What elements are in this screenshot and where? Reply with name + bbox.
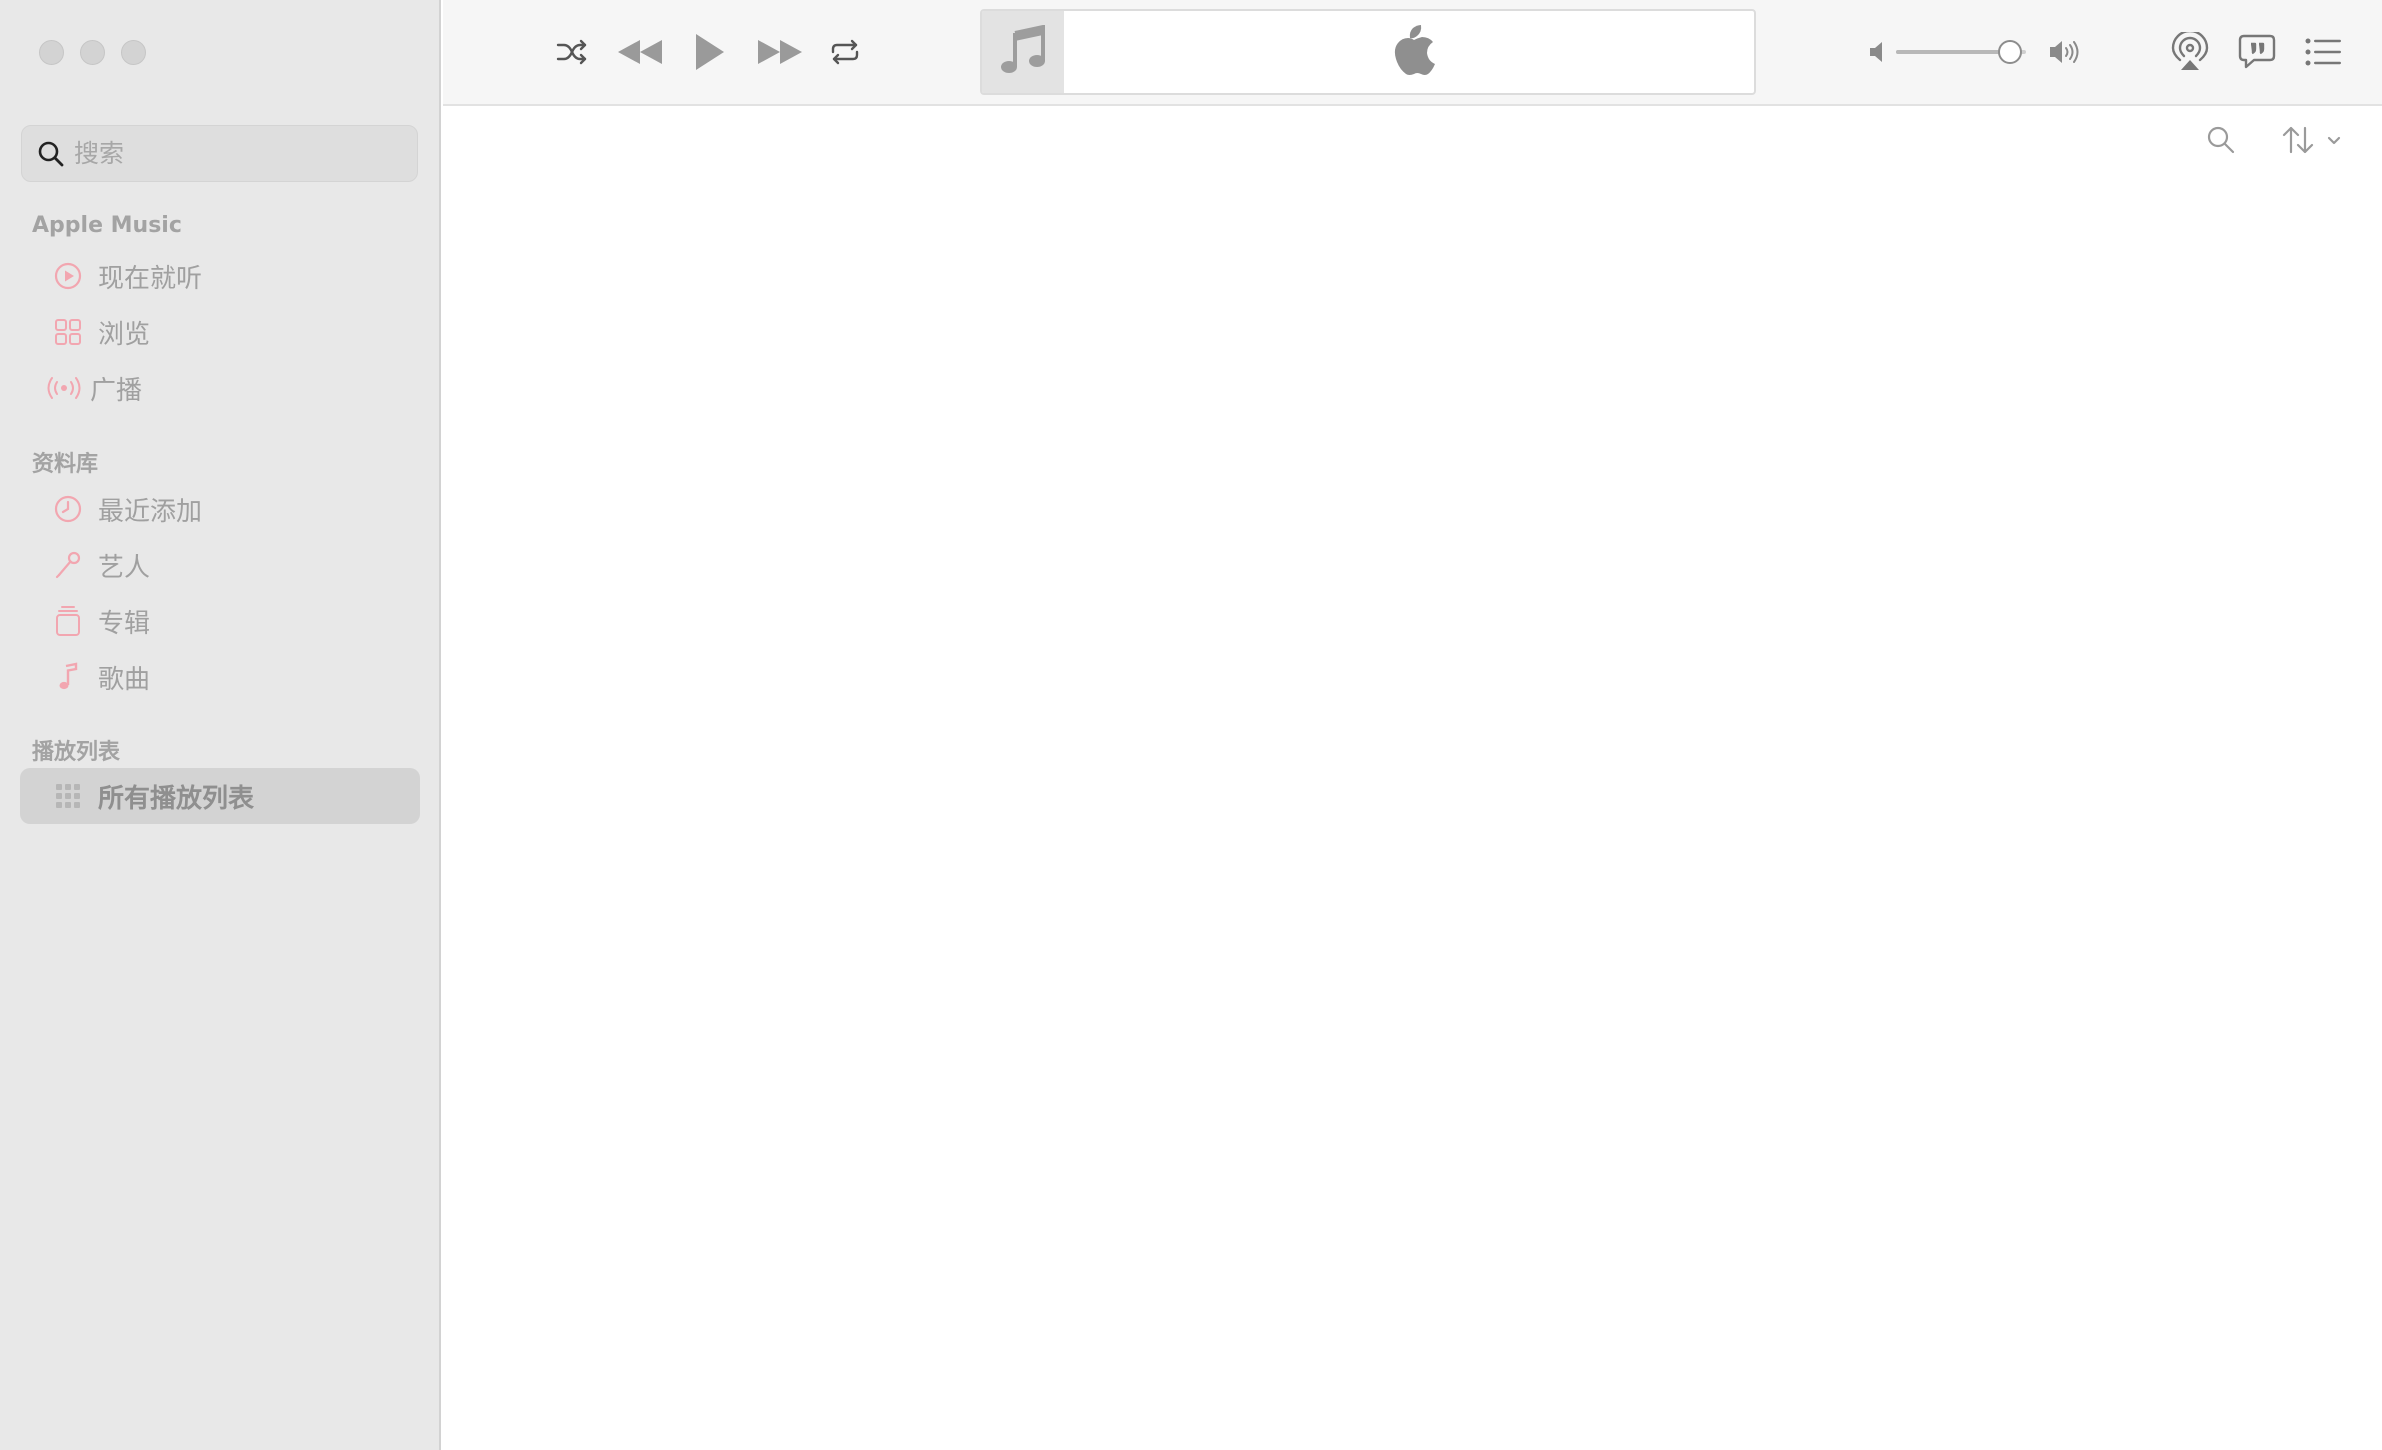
main-content	[443, 106, 2382, 1450]
play-circle-icon	[50, 258, 86, 294]
album-art-placeholder	[982, 11, 1064, 93]
sidebar-item-label: 所有播放列表	[98, 783, 255, 814]
queue-list-icon[interactable]	[2303, 32, 2343, 72]
volume-low-icon	[1868, 40, 1888, 69]
airplay-icon[interactable]	[2170, 30, 2210, 74]
search-icon	[36, 139, 66, 169]
sidebar-item-artists[interactable]: 艺人	[20, 537, 420, 593]
volume-fill	[1896, 50, 2011, 54]
sidebar-item-label: 现在就听	[98, 263, 203, 294]
shuffle-icon[interactable]	[555, 36, 589, 68]
now-playing-display[interactable]	[980, 9, 1756, 95]
sidebar-item-label: 歌曲	[98, 664, 151, 695]
album-icon	[50, 603, 86, 639]
volume-slider-knob[interactable]	[1998, 40, 2023, 64]
section-title-playlists: 播放列表	[32, 740, 121, 765]
broadcast-icon	[42, 370, 86, 406]
rewind-icon[interactable]	[615, 34, 665, 70]
music-note-icon	[50, 659, 86, 695]
apple-logo-icon	[1392, 23, 1436, 80]
close-window-button[interactable]	[39, 40, 64, 65]
music-note-icon	[999, 24, 1047, 80]
lyrics-icon[interactable]	[2237, 32, 2277, 72]
volume-high-icon	[2048, 38, 2082, 71]
sidebar-item-albums[interactable]: 专辑	[20, 593, 420, 649]
section-title-library: 资料库	[32, 452, 99, 477]
toolbar	[443, 0, 2382, 106]
sidebar-item-recently-added[interactable]: 最近添加	[20, 481, 420, 537]
sidebar-search[interactable]	[21, 125, 418, 182]
sort-icon[interactable]	[2281, 124, 2345, 156]
sidebar-item-listen-now[interactable]: 现在就听	[20, 248, 420, 304]
microphone-icon	[50, 547, 86, 583]
sidebar-item-label: 浏览	[98, 319, 151, 350]
repeat-icon[interactable]	[828, 36, 862, 68]
sidebar-item-label: 最近添加	[98, 496, 203, 527]
fast-forward-icon[interactable]	[755, 34, 805, 70]
minimize-window-button[interactable]	[80, 40, 105, 65]
sidebar-item-radio[interactable]: 广播	[20, 360, 420, 416]
sidebar-item-browse[interactable]: 浏览	[20, 304, 420, 360]
sidebar-item-label: 艺人	[98, 552, 151, 583]
section-title-apple-music: Apple Music	[32, 213, 182, 238]
volume-control[interactable]	[1868, 30, 2098, 74]
play-icon[interactable]	[690, 30, 728, 74]
sidebar-item-songs[interactable]: 歌曲	[20, 649, 420, 705]
sidebar-item-all-playlists[interactable]: 所有播放列表	[20, 768, 420, 824]
music-window: Apple Music 现在就听 浏览 广播 资料库 最近添加	[0, 0, 2382, 1450]
grid-icon	[50, 314, 86, 350]
search-input[interactable]	[74, 139, 394, 168]
sidebar: Apple Music 现在就听 浏览 广播 资料库 最近添加	[0, 0, 441, 1450]
zoom-window-button[interactable]	[121, 40, 146, 65]
sidebar-item-label: 专辑	[98, 608, 151, 639]
playlist-grid-icon	[50, 778, 86, 814]
clock-icon	[50, 491, 86, 527]
search-icon[interactable]	[2205, 124, 2237, 156]
sidebar-item-label: 广播	[90, 375, 143, 406]
window-controls	[39, 40, 146, 65]
